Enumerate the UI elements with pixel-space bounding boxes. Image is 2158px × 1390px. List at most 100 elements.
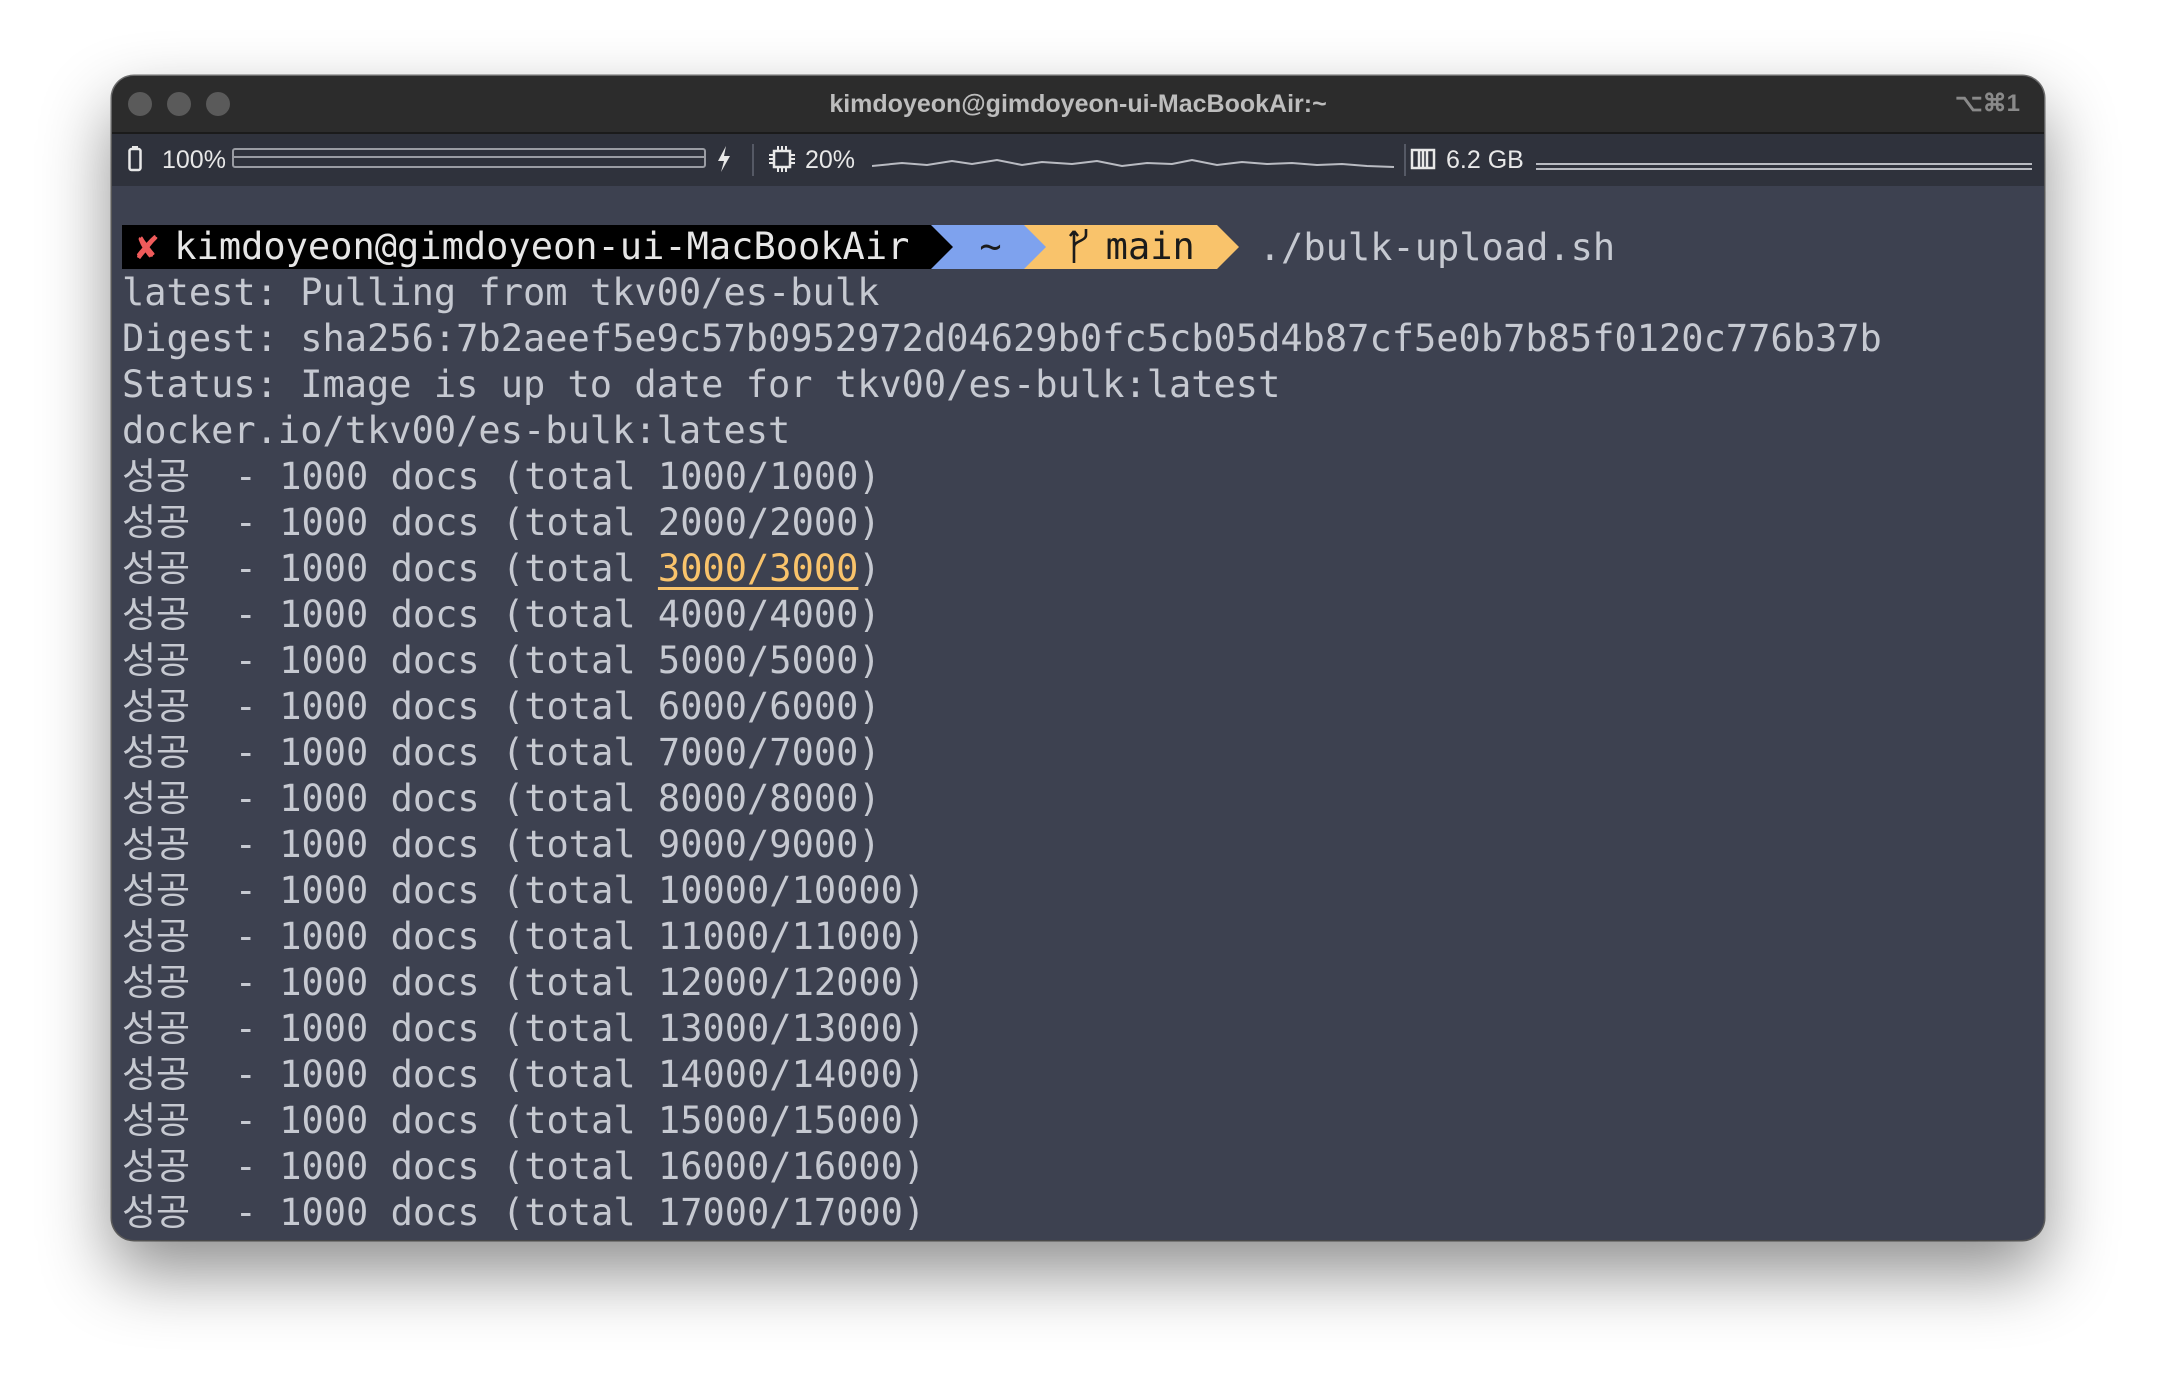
terminal-content[interactable]: ✘ kimdoyeon@gimdoyeon-ui-MacBookAir ~ main.… — [122, 224, 2044, 1240]
batch-count: - 1000 docs — [234, 731, 480, 774]
prompt-user-segment: ✘ kimdoyeon@gimdoyeon-ui-MacBookAir — [122, 225, 954, 269]
upload-progress-line: 성공 - 1000 docs (total 7000/7000) — [122, 731, 881, 774]
success-label: 성공 — [122, 777, 191, 820]
shell-prompt: ✘ kimdoyeon@gimdoyeon-ui-MacBookAir ~ main.… — [122, 224, 2044, 270]
terminal-window: kimdoyeon@gimdoyeon-ui-MacBookAir:~ ⌥⌘1 … — [112, 76, 2044, 1240]
lightning-icon — [716, 134, 732, 186]
upload-progress-line: 성공 - 1000 docs (total 14000/14000) — [122, 1053, 926, 1096]
upload-progress-line: 성공 - 1000 docs (total 8000/8000) — [122, 777, 881, 820]
command-text: ./bulk-upload.sh — [1258, 225, 1616, 269]
total-value: 7000/7000 — [657, 731, 859, 774]
success-label: 성공 — [122, 1007, 191, 1050]
success-label: 성공 — [122, 685, 191, 728]
total-prefix: (total — [501, 1191, 636, 1234]
upload-progress-line: 성공 - 1000 docs (total 11000/11000) — [122, 915, 926, 958]
git-branch-icon — [1068, 225, 1106, 268]
total-prefix: (total — [501, 1145, 636, 1188]
memory-icon — [1410, 134, 1436, 186]
prompt-dir: ~ — [979, 225, 1002, 268]
error-status-icon: ✘ — [136, 225, 159, 268]
success-label: 성공 — [122, 1145, 191, 1188]
total-value: 16000/16000 — [657, 1145, 903, 1188]
total-prefix: (total — [501, 961, 636, 1004]
success-label: 성공 — [122, 547, 191, 590]
batch-count: - 1000 docs — [234, 685, 480, 728]
success-label: 성공 — [122, 455, 191, 498]
total-prefix: (total — [501, 501, 636, 544]
total-value: 17000/17000 — [657, 1191, 903, 1234]
total-value: 8000/8000 — [657, 777, 859, 820]
batch-count: - 1000 docs — [234, 961, 480, 1004]
total-value: 11000/11000 — [657, 915, 903, 958]
upload-progress-line: 성공 - 1000 docs (total 6000/6000) — [122, 685, 881, 728]
cpu-percent: 20% — [805, 146, 856, 174]
output-line: Status: Image is up to date for tkv00/es… — [122, 363, 1281, 406]
upload-progress-line: 성공 - 1000 docs (total 1000/1000) — [122, 455, 881, 498]
upload-progress-line: 성공 - 1000 docs (total 10000/10000) — [122, 869, 926, 912]
status-bar: 100% 20% 6.2 GB — [112, 134, 2044, 186]
upload-progress-line: 성공 - 1000 docs (total 13000/13000) — [122, 1007, 926, 1050]
batch-count: - 1000 docs — [234, 1053, 480, 1096]
battery-percent: 100% — [162, 146, 226, 174]
success-label: 성공 — [122, 1099, 191, 1142]
total-value: 4000/4000 — [657, 593, 859, 636]
total-prefix: (total — [501, 455, 636, 498]
batch-count: - 1000 docs — [234, 547, 480, 590]
upload-progress-line: 성공 - 1000 docs (total 3000/3000) — [122, 547, 881, 590]
batch-count: - 1000 docs — [234, 777, 480, 820]
success-label: 성공 — [122, 1191, 191, 1234]
batch-count: - 1000 docs — [234, 455, 480, 498]
battery-bar — [232, 148, 706, 168]
upload-progress-line: 성공 - 1000 docs (total 17000/17000) — [122, 1191, 926, 1234]
total-prefix: (total — [501, 777, 636, 820]
total-value[interactable]: 3000/3000 — [658, 547, 858, 590]
prompt-branch: main — [1105, 225, 1195, 268]
memory-usage: 6.2 GB — [1446, 146, 1524, 174]
total-prefix: (total — [501, 1007, 636, 1050]
batch-count: - 1000 docs — [234, 915, 480, 958]
total-value: 1000/1000 — [657, 455, 859, 498]
total-value: 10000/10000 — [657, 869, 903, 912]
upload-progress-line: 성공 - 1000 docs (total 2000/2000) — [122, 501, 881, 544]
status-separator — [752, 144, 754, 176]
output-line: Digest: sha256:7b2aeef5e9c57b0952972d046… — [122, 317, 1882, 360]
total-value: 13000/13000 — [657, 1007, 903, 1050]
success-label: 성공 — [122, 915, 191, 958]
batch-count: - 1000 docs — [234, 1099, 480, 1142]
total-prefix: (total — [501, 1053, 636, 1096]
output-line: docker.io/tkv00/es-bulk:latest — [122, 409, 791, 452]
batch-count: - 1000 docs — [234, 593, 480, 636]
total-value: 2000/2000 — [657, 501, 859, 544]
total-value: 12000/12000 — [657, 961, 903, 1004]
cpu-sparkline — [872, 158, 1394, 168]
total-value: 6000/6000 — [657, 685, 859, 728]
batch-count: - 1000 docs — [234, 639, 480, 682]
total-prefix: (total — [501, 869, 636, 912]
prompt-git-segment: main — [1023, 225, 1239, 269]
battery-icon — [128, 134, 142, 186]
success-label: 성공 — [122, 961, 191, 1004]
total-prefix: (total — [501, 915, 636, 958]
window-shortcut: ⌥⌘1 — [1954, 90, 2020, 117]
total-value: 15000/15000 — [657, 1099, 903, 1142]
upload-progress-line: 성공 - 1000 docs (total 9000/9000) — [122, 823, 881, 866]
batch-count: - 1000 docs — [234, 1145, 480, 1188]
battery-bar-fill — [234, 156, 704, 158]
total-prefix: (total — [501, 547, 636, 590]
batch-count: - 1000 docs — [234, 1191, 480, 1234]
success-label: 성공 — [122, 501, 191, 544]
total-prefix: (total — [501, 731, 636, 774]
upload-progress-line: 성공 - 1000 docs (total 5000/5000) — [122, 639, 881, 682]
output-line: latest: Pulling from tkv00/es-bulk — [122, 271, 880, 314]
total-prefix: (total — [501, 823, 636, 866]
success-label: 성공 — [122, 823, 191, 866]
total-value: 14000/14000 — [657, 1053, 903, 1096]
batch-count: - 1000 docs — [234, 1007, 480, 1050]
prompt-user-host: kimdoyeon@gimdoyeon-ui-MacBookAir — [174, 225, 910, 268]
batch-count: - 1000 docs — [234, 501, 480, 544]
batch-count: - 1000 docs — [234, 869, 480, 912]
success-label: 성공 — [122, 869, 191, 912]
status-separator — [1404, 144, 1406, 176]
success-label: 성공 — [122, 593, 191, 636]
total-prefix: (total — [501, 593, 636, 636]
